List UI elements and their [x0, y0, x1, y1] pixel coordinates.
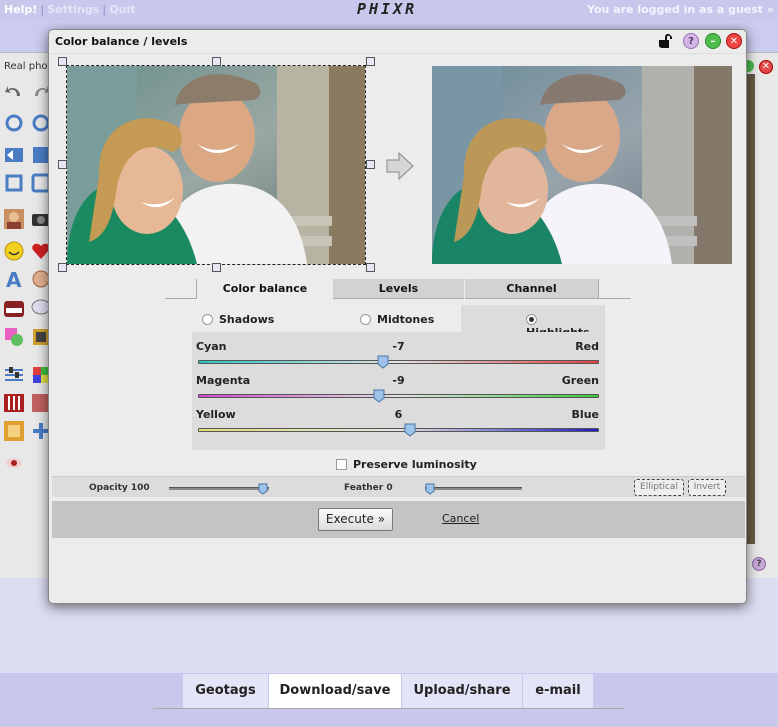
- top-bar: Help! | Settings | Quit PHIXR You are logged…: [0, 0, 778, 20]
- feather-label: Feather 0: [344, 483, 393, 493]
- rotate-icon[interactable]: [3, 112, 25, 134]
- preview-photo: [432, 66, 732, 264]
- redeye-icon[interactable]: [3, 452, 25, 474]
- svg-text:A: A: [6, 268, 22, 290]
- nav-upload-share[interactable]: Upload/share: [402, 674, 522, 708]
- unlock-icon[interactable]: [657, 33, 673, 49]
- crop-icon[interactable]: [3, 172, 25, 194]
- opacity-label: Opacity 100: [89, 483, 150, 493]
- slider-value: 6: [394, 408, 403, 421]
- radio-midtones[interactable]: Midtones: [360, 313, 434, 326]
- slider-value: -9: [392, 374, 405, 387]
- invert-button[interactable]: Invert: [688, 479, 726, 496]
- color-balance-sliders: Cyan -7 Red Magenta -9 Green Yellow 6 Bl…: [192, 332, 605, 450]
- help-link[interactable]: Help!: [4, 3, 37, 16]
- slider-track[interactable]: [198, 389, 599, 403]
- selection-handle-nw[interactable]: [58, 57, 67, 66]
- tab-channel[interactable]: Channel: [465, 279, 598, 299]
- dialog-footer: Execute » Cancel: [52, 501, 745, 538]
- preserve-luminosity-checkbox[interactable]: [336, 459, 347, 470]
- arrow-right-icon: [386, 152, 414, 180]
- login-status[interactable]: You are logged in as a guest »: [587, 3, 774, 16]
- nav-geotags[interactable]: Geotags: [183, 674, 268, 708]
- slider-yellow-blue: Yellow 6 Blue: [192, 400, 605, 437]
- background-help-icon: ?: [752, 557, 766, 571]
- selection-options: Opacity 100 Feather 0 Elliptical Invert: [52, 476, 745, 497]
- elliptical-button[interactable]: Elliptical: [634, 479, 684, 496]
- selection-handle-s[interactable]: [212, 263, 221, 272]
- slider-value: -7: [392, 340, 405, 353]
- background-photo-strip: [747, 74, 755, 544]
- film-icon[interactable]: [3, 392, 25, 414]
- feather-thumb[interactable]: [425, 483, 435, 495]
- settings-link[interactable]: Settings: [47, 3, 99, 16]
- shapes-icon[interactable]: [3, 326, 25, 348]
- slider-thumb[interactable]: [404, 423, 416, 437]
- slider-right-label: Blue: [571, 408, 599, 421]
- slider-magenta-green: Magenta -9 Green: [192, 366, 605, 403]
- dialog-title: Color balance / levels: [55, 35, 188, 48]
- slider-track[interactable]: [198, 355, 599, 369]
- minimize-icon[interactable]: –: [705, 33, 721, 49]
- selection-box[interactable]: [66, 65, 366, 265]
- nav-email[interactable]: e-mail: [523, 674, 593, 708]
- opacity-thumb[interactable]: [258, 483, 268, 495]
- background-close-icon: ✕: [759, 60, 773, 74]
- feather-slider[interactable]: [425, 483, 522, 495]
- radio-shadows[interactable]: Shadows: [202, 313, 274, 326]
- bottom-nav-line: [153, 708, 624, 709]
- selection-handle-se[interactable]: [366, 263, 375, 272]
- color-balance-dialog: Color balance / levels ? – ✕ Color balan…: [48, 29, 747, 604]
- smiley-icon[interactable]: [3, 240, 25, 262]
- frame-icon[interactable]: [3, 420, 25, 442]
- preserve-luminosity[interactable]: Preserve luminosity: [336, 458, 477, 471]
- text-icon[interactable]: A: [3, 268, 25, 290]
- background-title: Real phot: [4, 61, 52, 72]
- selection-handle-ne[interactable]: [366, 57, 375, 66]
- nav-download-save[interactable]: Download/save: [269, 674, 401, 708]
- slider-cyan-red: Cyan -7 Red: [192, 332, 605, 369]
- undo-icon[interactable]: [3, 80, 25, 102]
- slider-right-label: Red: [575, 340, 599, 353]
- cancel-link[interactable]: Cancel: [442, 512, 479, 525]
- slider-track[interactable]: [198, 423, 599, 437]
- dialog-header: Color balance / levels ? – ✕: [49, 30, 746, 54]
- close-icon[interactable]: ✕: [726, 33, 742, 49]
- app-logo: PHIXR: [357, 0, 418, 18]
- preview-photo-image: [432, 66, 732, 264]
- slider-right-label: Green: [561, 374, 599, 387]
- selection-handle-w[interactable]: [58, 160, 67, 169]
- adjust-sliders-icon[interactable]: [3, 364, 25, 386]
- rules-icon[interactable]: [3, 298, 25, 320]
- help-icon[interactable]: ?: [683, 33, 699, 49]
- execute-button[interactable]: Execute »: [318, 508, 393, 531]
- tab-levels[interactable]: Levels: [333, 279, 464, 299]
- selection-handle-n[interactable]: [212, 57, 221, 66]
- opacity-slider[interactable]: [169, 483, 269, 495]
- top-links: Help! | Settings | Quit: [4, 3, 136, 16]
- flip-icon[interactable]: [3, 144, 25, 166]
- tab-color-balance[interactable]: Color balance: [198, 279, 332, 299]
- portrait-icon[interactable]: [3, 208, 25, 230]
- selection-handle-sw[interactable]: [58, 263, 67, 272]
- quit-link[interactable]: Quit: [109, 3, 135, 16]
- selection-handle-e[interactable]: [366, 160, 375, 169]
- tone-range-selector: Shadows Midtones Highlights: [192, 305, 605, 339]
